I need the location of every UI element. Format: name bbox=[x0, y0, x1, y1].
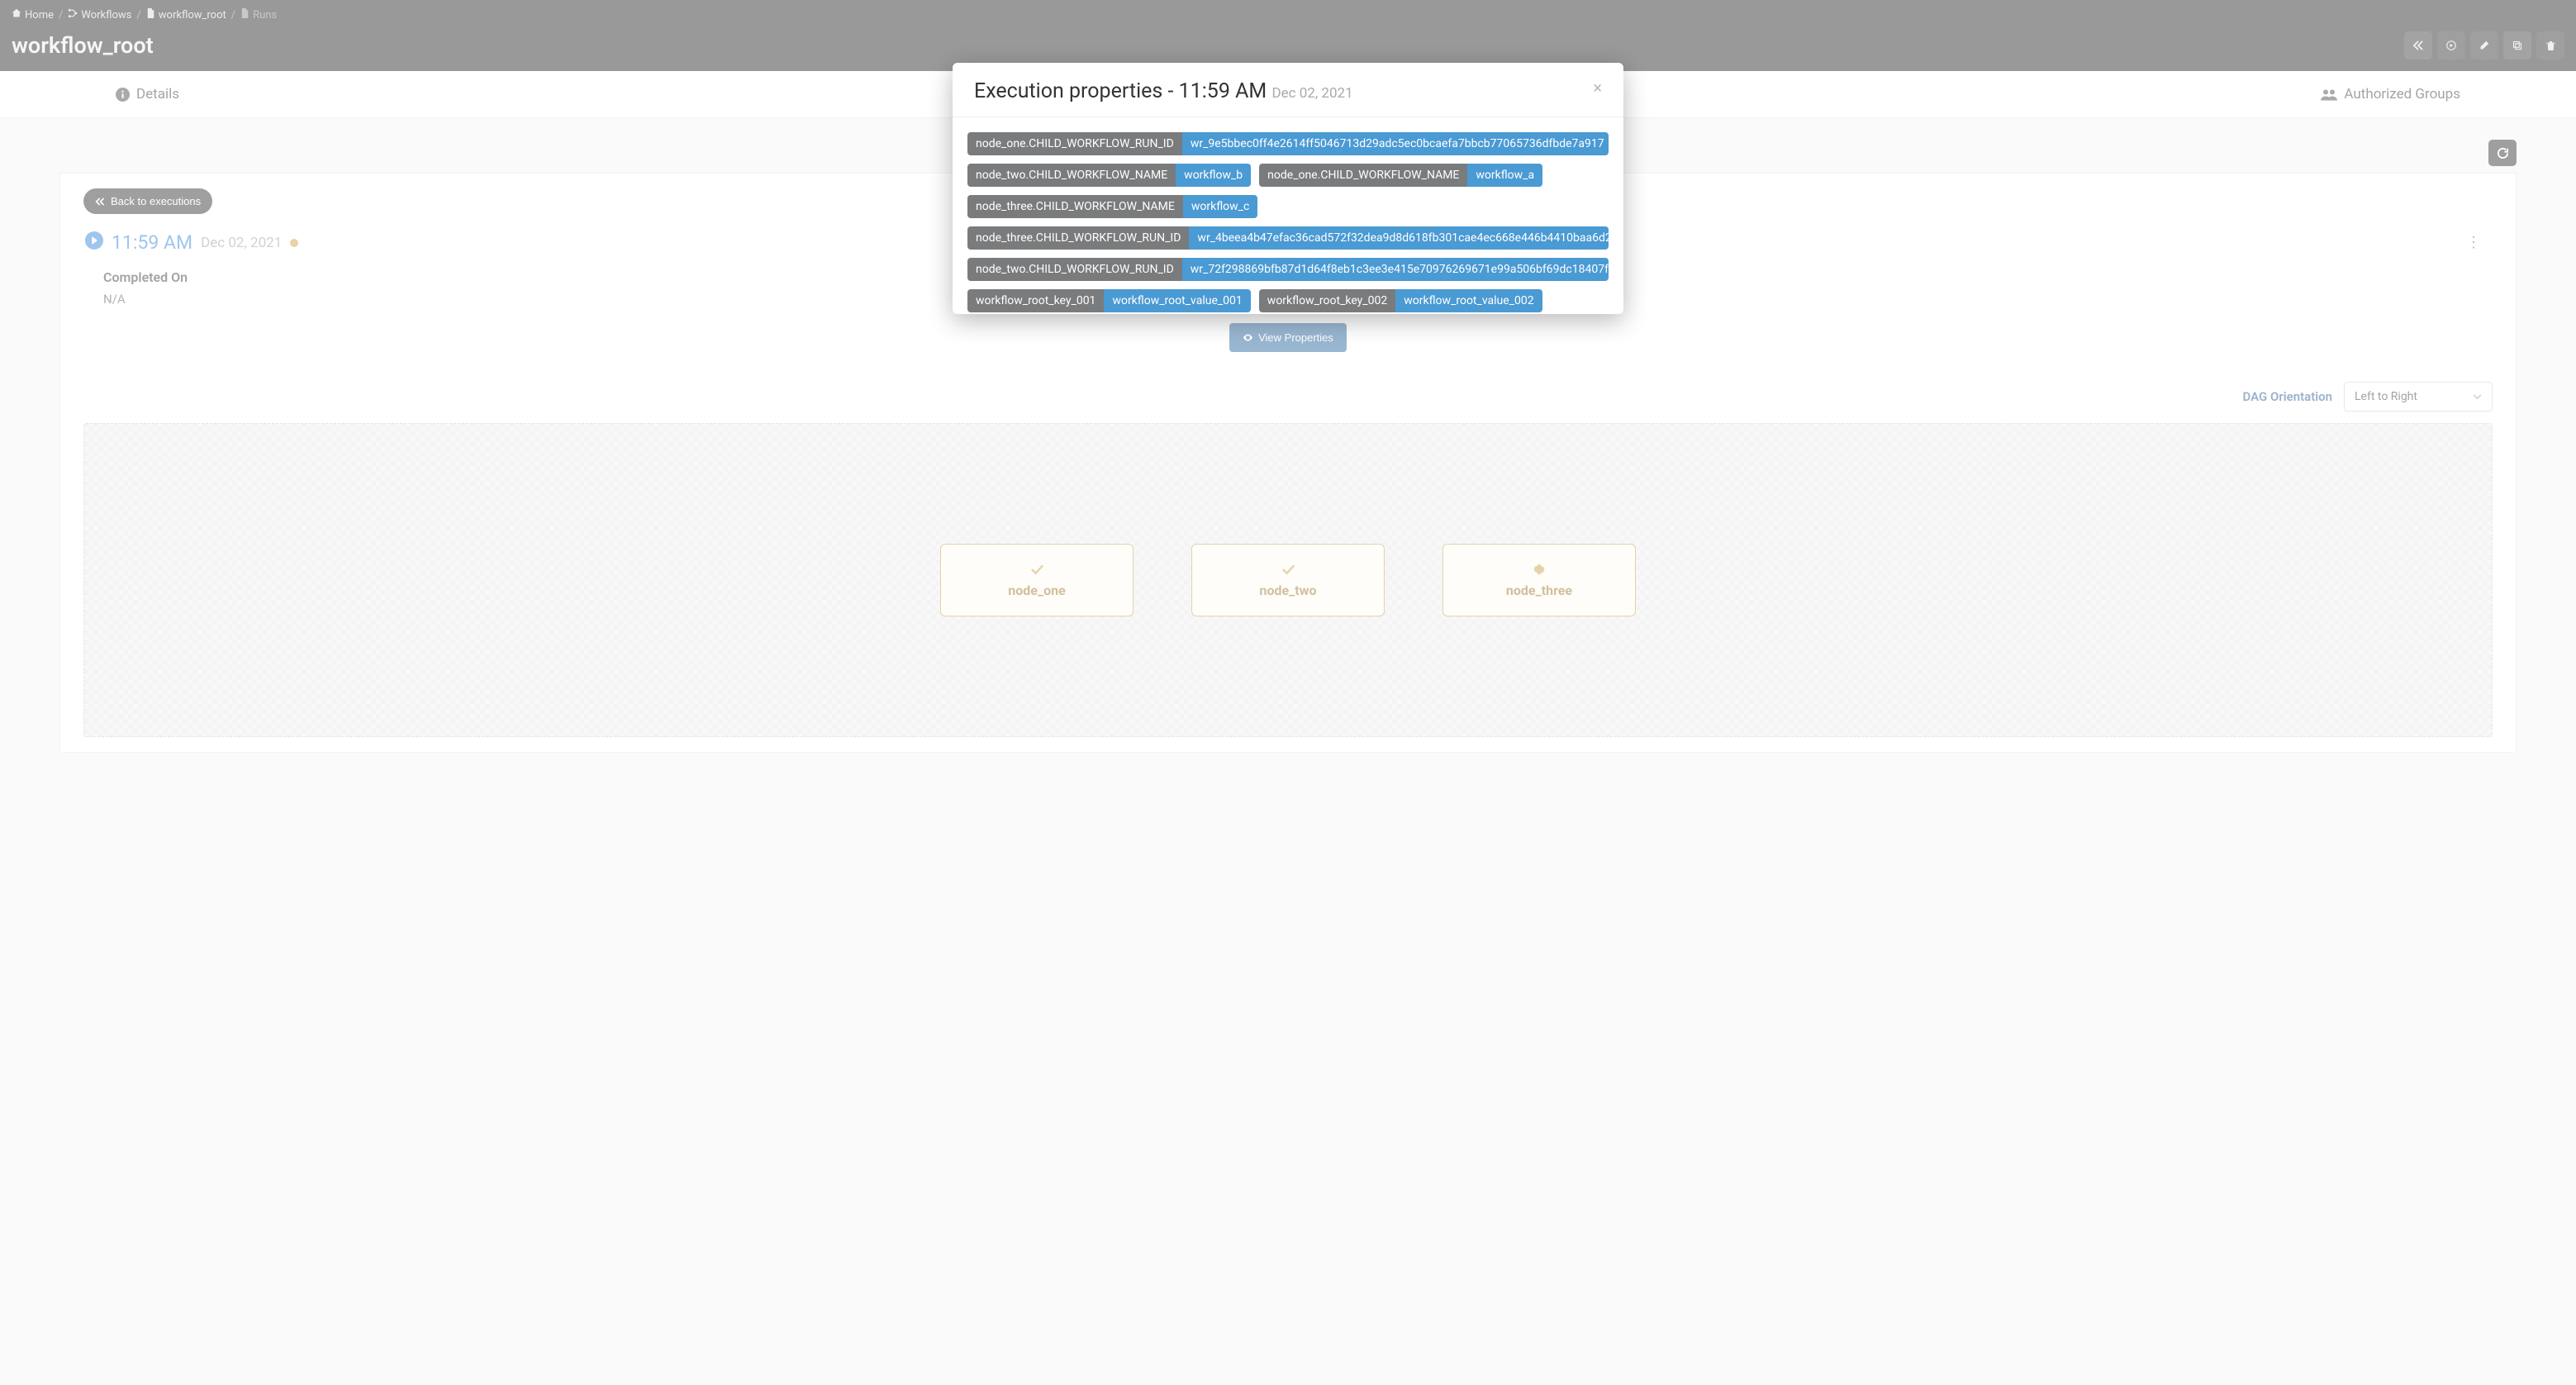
property-value: wr_72f298869bfb87d1d64f8eb1c3ee3e415e709… bbox=[1182, 258, 1609, 281]
property-key: workflow_root_key_001 bbox=[967, 289, 1104, 312]
property-tag: node_three.CHILD_WORKFLOW_NAMEworkflow_c bbox=[967, 195, 1257, 218]
property-key: node_two.CHILD_WORKFLOW_NAME bbox=[967, 164, 1176, 187]
modal-close-button[interactable]: × bbox=[1593, 79, 1602, 96]
property-key: node_three.CHILD_WORKFLOW_RUN_ID bbox=[967, 226, 1189, 250]
execution-properties-modal: Execution properties - 11:59 AM Dec 02, … bbox=[953, 63, 1623, 314]
modal-title: Execution properties - 11:59 AM Dec 02, … bbox=[974, 79, 1353, 103]
property-tag: node_three.CHILD_WORKFLOW_RUN_IDwr_4beea… bbox=[967, 226, 1609, 250]
property-value: workflow_a bbox=[1467, 164, 1542, 187]
modal-title-time: 11:59 AM bbox=[1179, 79, 1267, 103]
modal-body: node_one.CHILD_WORKFLOW_RUN_IDwr_9e5bbec… bbox=[953, 117, 1623, 314]
property-tag: workflow_root_key_002workflow_root_value… bbox=[1259, 289, 1542, 312]
property-key: node_one.CHILD_WORKFLOW_NAME bbox=[1259, 164, 1467, 187]
property-value: workflow_root_value_002 bbox=[1395, 289, 1542, 312]
property-value: workflow_root_value_001 bbox=[1104, 289, 1250, 312]
modal-title-prefix: Execution properties - bbox=[974, 79, 1179, 103]
property-key: workflow_root_key_002 bbox=[1259, 289, 1395, 312]
property-tag: workflow_root_key_001workflow_root_value… bbox=[967, 289, 1251, 312]
property-tag: node_one.CHILD_WORKFLOW_NAMEworkflow_a bbox=[1259, 164, 1542, 187]
property-value: wr_9e5bbec0ff4e2614ff5046713d29adc5ec0bc… bbox=[1182, 132, 1609, 155]
property-tag: node_two.CHILD_WORKFLOW_NAMEworkflow_b bbox=[967, 164, 1251, 187]
modal-title-date: Dec 02, 2021 bbox=[1271, 85, 1352, 102]
property-key: node_one.CHILD_WORKFLOW_RUN_ID bbox=[967, 132, 1182, 155]
property-value: workflow_b bbox=[1176, 164, 1251, 187]
property-value: wr_4beea4b47efac36cad572f32dea9d8d618fb3… bbox=[1189, 226, 1609, 250]
property-key: node_three.CHILD_WORKFLOW_NAME bbox=[967, 195, 1183, 218]
property-tag: node_two.CHILD_WORKFLOW_RUN_IDwr_72f2988… bbox=[967, 258, 1609, 281]
property-key: node_two.CHILD_WORKFLOW_RUN_ID bbox=[967, 258, 1182, 281]
property-value: workflow_c bbox=[1183, 195, 1257, 218]
property-tag: node_one.CHILD_WORKFLOW_RUN_IDwr_9e5bbec… bbox=[967, 132, 1609, 155]
